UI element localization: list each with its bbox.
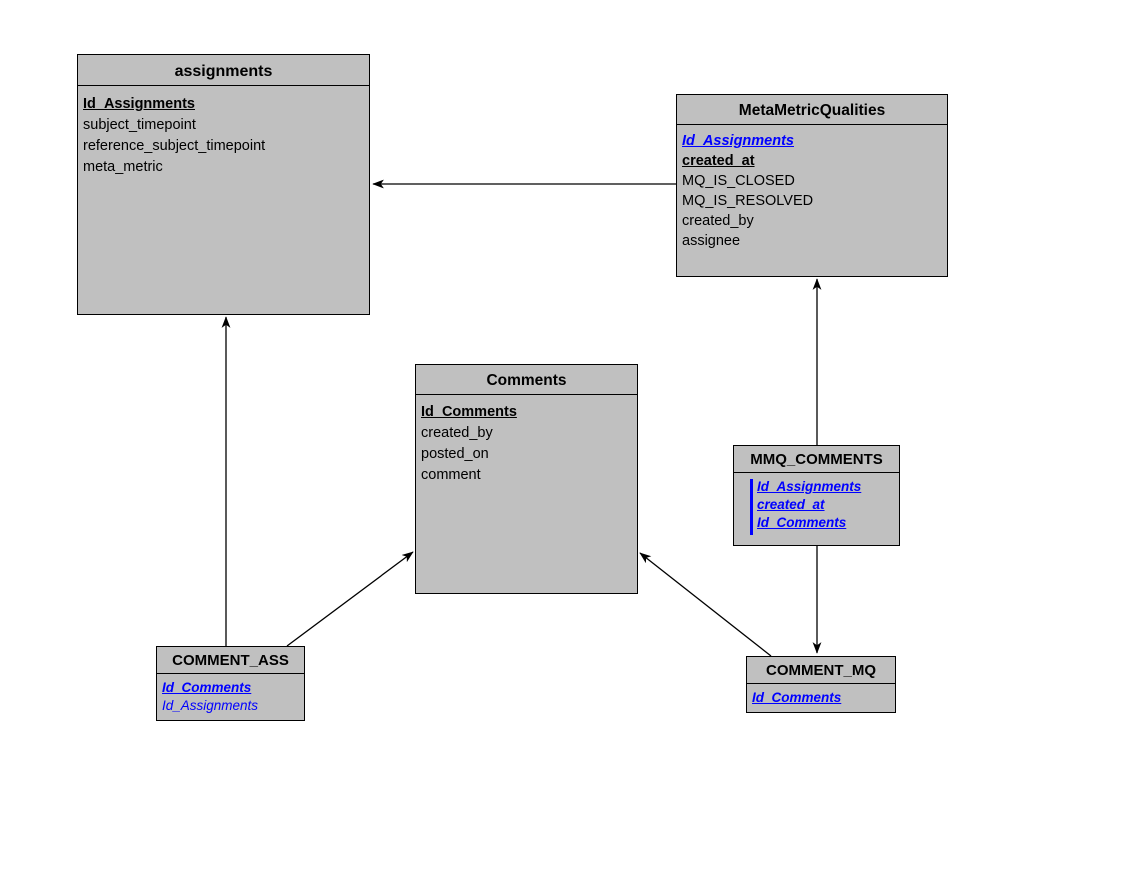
- field-cmq-id-comments: Id_Comments: [752, 690, 842, 705]
- entity-comment-mq-fields: Id_Comments: [747, 684, 895, 707]
- entity-assignments[interactable]: assignments Id_Assignments subject_timep…: [77, 54, 370, 315]
- field-comments-id-comments: Id_Comments: [421, 404, 517, 420]
- connector-commentmq-to-comments: [639, 552, 772, 657]
- entity-comment-ass-fields: Id_Comments Id_Assignments: [157, 674, 304, 715]
- entity-metametricqualities-title: MetaMetricQualities: [677, 95, 947, 125]
- field-subject-timepoint: subject_timepoint: [83, 117, 196, 133]
- field-comments-created-by: created_by: [421, 425, 493, 441]
- field-mmq-is-closed: MQ_IS_CLOSED: [682, 172, 795, 189]
- entity-comment-mq[interactable]: COMMENT_MQ Id_Comments: [746, 656, 896, 713]
- entity-assignments-title: assignments: [78, 55, 369, 86]
- connector-commentass-to-comments: [286, 551, 414, 647]
- field-mmq-assignee: assignee: [682, 232, 741, 249]
- field-meta-metric: meta_metric: [83, 159, 163, 175]
- entity-mmq-comments[interactable]: MMQ_COMMENTS Id_Assignments created_at I…: [733, 445, 900, 546]
- entity-mmq-comments-title: MMQ_COMMENTS: [734, 446, 899, 473]
- entity-comment-ass[interactable]: COMMENT_ASS Id_Comments Id_Assignments: [156, 646, 305, 721]
- field-mmqc-id-assignments: Id_Assignments: [757, 479, 862, 494]
- field-reference-subject-timepoint: reference_subject_timepoint: [83, 138, 266, 154]
- entity-metametricqualities-fields: Id_Assignments created_at MQ_IS_CLOSED M…: [677, 125, 947, 251]
- field-comments-posted-on: posted_on: [421, 446, 489, 462]
- entity-metametricqualities[interactable]: MetaMetricQualities Id_Assignments creat…: [676, 94, 948, 277]
- field-mmqc-created-at: created_at: [757, 497, 825, 512]
- entity-mmq-comments-fields: Id_Assignments created_at Id_Comments: [734, 473, 899, 535]
- field-mmq-created-at: created_at: [682, 152, 755, 169]
- field-ca-id-assignments: Id_Assignments: [162, 698, 259, 713]
- foreign-key-bar: [750, 479, 753, 535]
- field-comments-comment: comment: [421, 467, 481, 483]
- entity-comments-title: Comments: [416, 365, 637, 395]
- field-mmq-created-by: created_by: [682, 212, 754, 229]
- field-mmqc-id-comments: Id_Comments: [757, 515, 847, 530]
- er-diagram-canvas: assignments Id_Assignments subject_timep…: [0, 0, 1128, 887]
- field-id-assignments: Id_Assignments: [83, 96, 195, 112]
- field-mmq-id-assignments: Id_Assignments: [682, 132, 794, 149]
- entity-comment-ass-title: COMMENT_ASS: [157, 647, 304, 674]
- entity-assignments-fields: Id_Assignments subject_timepoint referen…: [78, 86, 369, 178]
- field-mmq-is-resolved: MQ_IS_RESOLVED: [682, 192, 814, 209]
- field-ca-id-comments: Id_Comments: [162, 680, 252, 695]
- entity-comment-mq-title: COMMENT_MQ: [747, 657, 895, 684]
- entity-comments[interactable]: Comments Id_Comments created_by posted_o…: [415, 364, 638, 594]
- entity-comments-fields: Id_Comments created_by posted_on comment: [416, 395, 637, 486]
